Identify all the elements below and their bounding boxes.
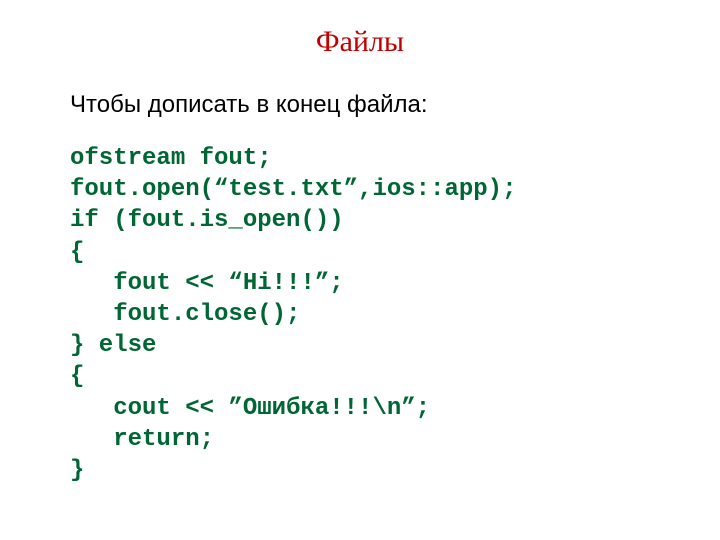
code-line: ofstream fout; <box>70 143 650 174</box>
code-line: fout.close(); <box>70 299 650 330</box>
intro-text: Чтобы дописать в конец файла: <box>70 91 650 119</box>
code-line: { <box>70 361 650 392</box>
slide-title: Файлы <box>70 25 650 59</box>
code-block: ofstream fout; fout.open(“test.txt”,ios:… <box>70 143 650 486</box>
code-line: fout << “Hi!!!”; <box>70 268 650 299</box>
code-line: } <box>70 455 650 486</box>
code-line: } else <box>70 330 650 361</box>
code-line: if (fout.is_open()) <box>70 205 650 236</box>
code-line: cout << ”Ошибка!!!\n”; <box>70 393 650 424</box>
code-line: { <box>70 237 650 268</box>
slide: Файлы Чтобы дописать в конец файла: ofst… <box>0 0 720 540</box>
code-line: fout.open(“test.txt”,ios::app); <box>70 174 650 205</box>
code-line: return; <box>70 424 650 455</box>
